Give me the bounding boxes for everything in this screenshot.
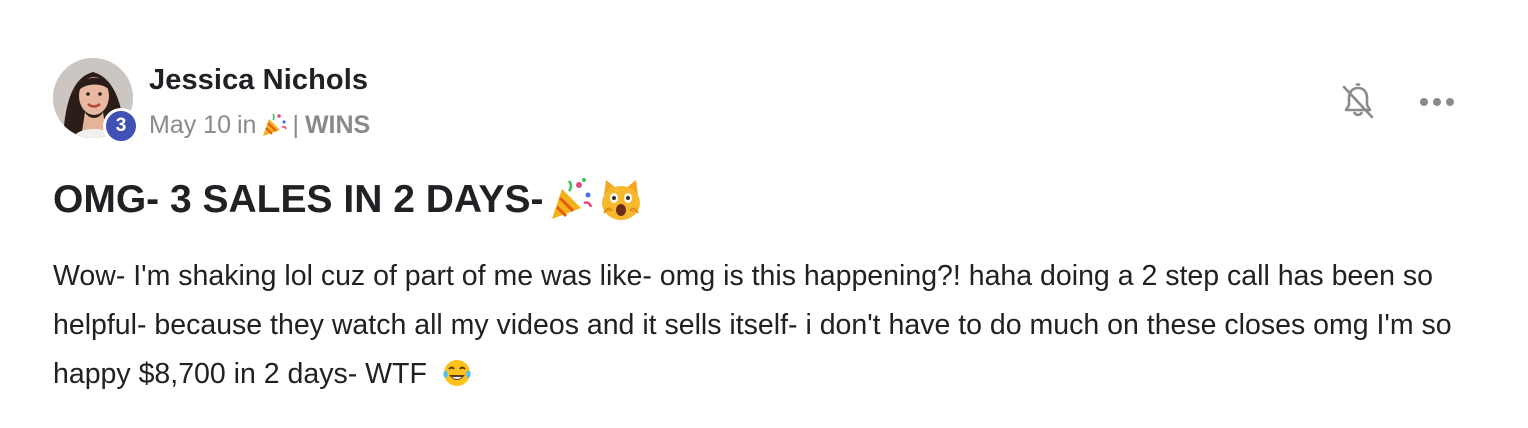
more-dot [1433, 98, 1441, 106]
author-avatar-group[interactable]: 3 [53, 58, 139, 144]
post-body: Wow- I'm shaking lol cuz of part of me w… [53, 252, 1493, 399]
post-body-text: Wow- I'm shaking lol cuz of part of me w… [53, 260, 1452, 390]
meta-in-text: in [236, 110, 257, 139]
weary-cat-icon [598, 177, 644, 223]
post-meta: May 10 in | WINS [149, 109, 370, 141]
author-name[interactable]: Jessica Nichols [149, 64, 368, 97]
more-options-icon[interactable] [1416, 86, 1458, 118]
tears-of-joy-icon [441, 356, 473, 388]
bell-off-icon[interactable] [1338, 82, 1378, 122]
post-date[interactable]: May 10 [149, 111, 231, 140]
post-card: 3 Jessica Nichols May 10 in | WINS OMG- … [0, 0, 1528, 428]
level-badge: 3 [103, 108, 139, 144]
post-title-text: OMG- 3 SALES IN 2 DAYS- [53, 178, 544, 221]
more-dot [1446, 98, 1454, 106]
party-popper-icon [548, 177, 594, 223]
party-popper-icon [260, 111, 288, 139]
meta-separator: | [292, 110, 299, 139]
post-title[interactable]: OMG- 3 SALES IN 2 DAYS- [53, 176, 644, 224]
more-dot [1420, 98, 1428, 106]
category-label[interactable]: WINS [305, 111, 370, 140]
